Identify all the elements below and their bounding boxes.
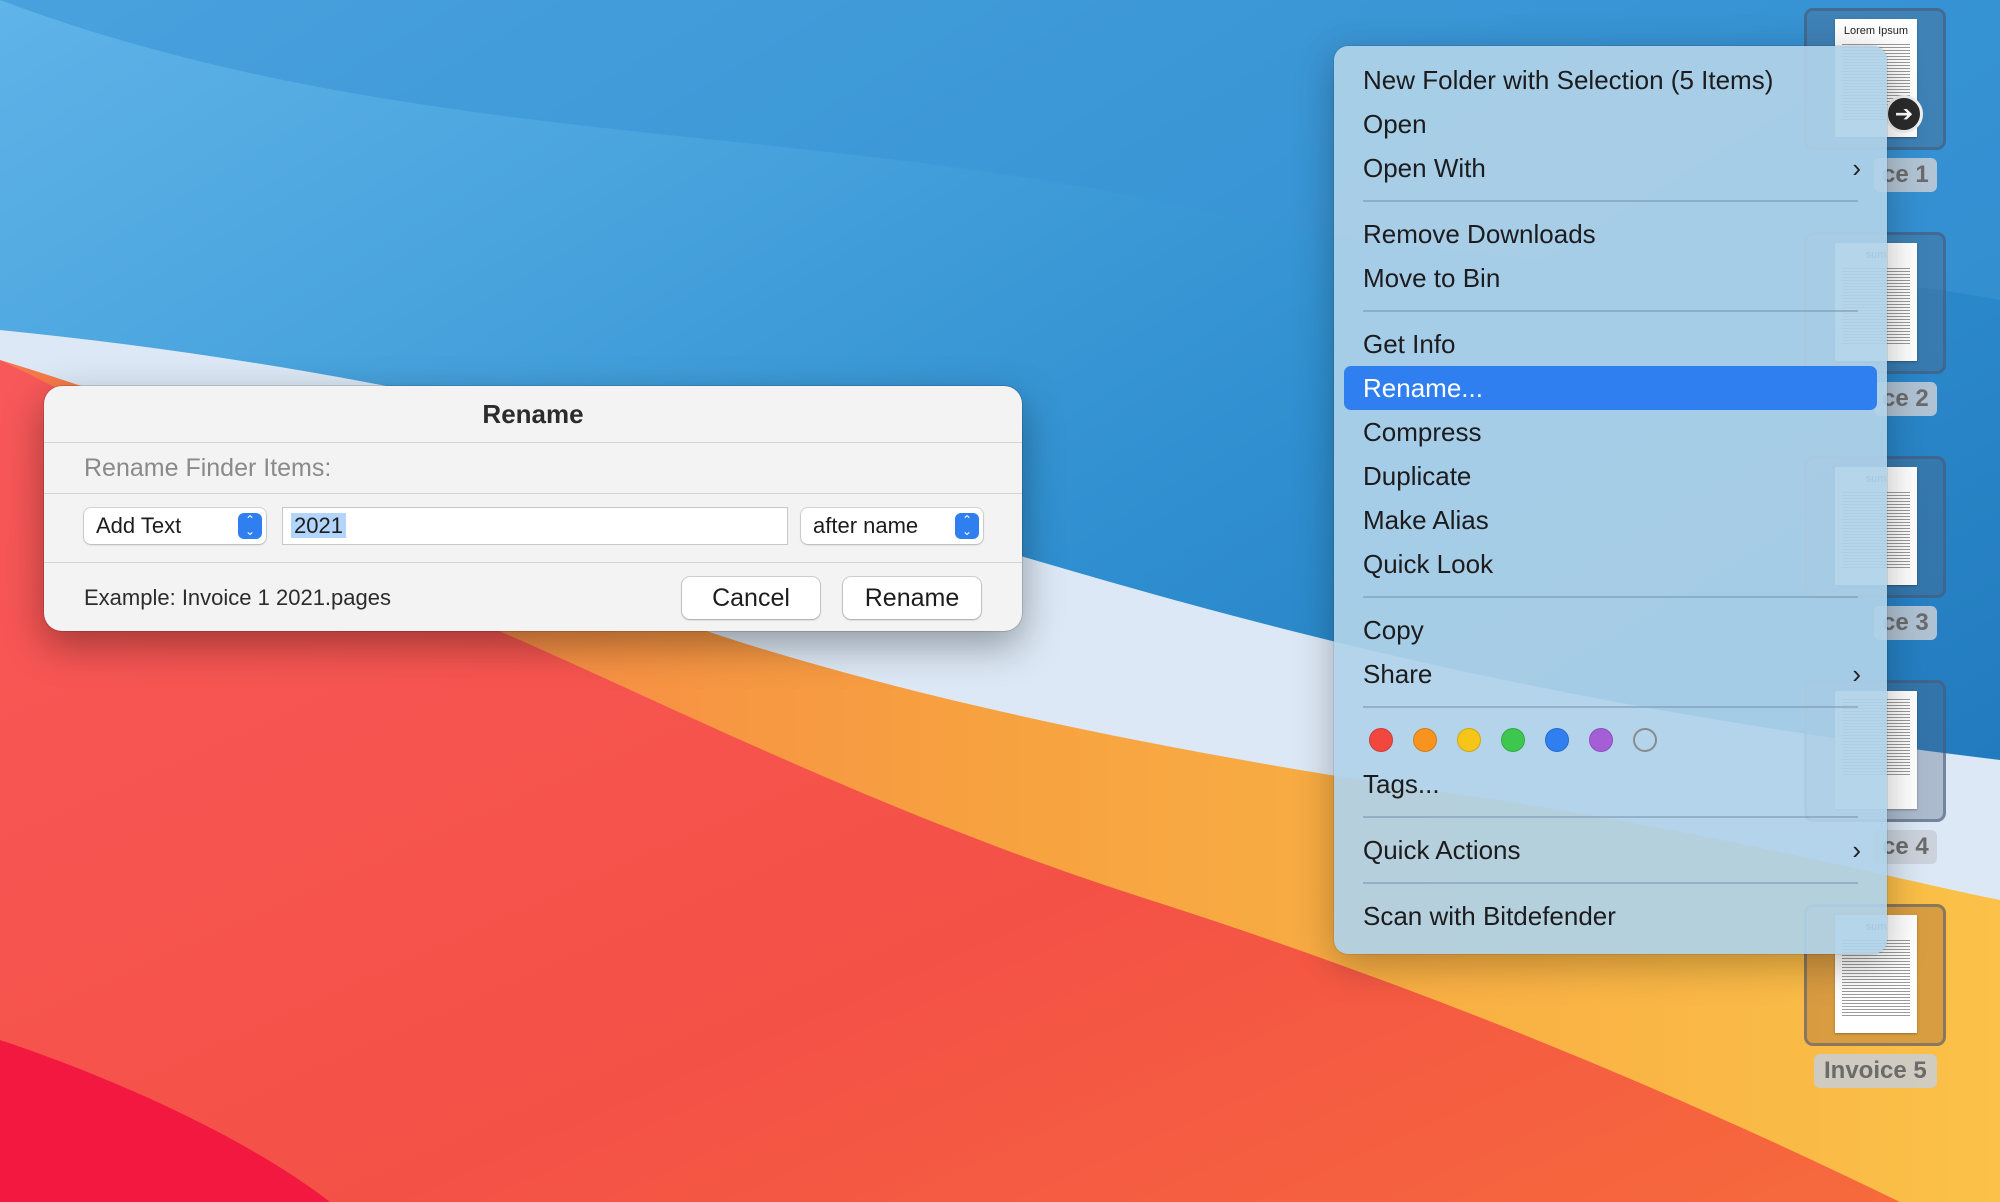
position-value: after name	[813, 513, 919, 538]
menu-item-copy[interactable]: Copy	[1344, 608, 1877, 652]
alias-arrow-icon: ➔	[1885, 95, 1923, 133]
menu-item-compress[interactable]: Compress	[1344, 410, 1877, 454]
chevron-right-icon: ›	[1852, 153, 1861, 183]
context-menu: New Folder with Selection (5 Items) Open…	[1334, 46, 1887, 954]
menu-item-move-to-bin[interactable]: Move to Bin	[1344, 256, 1877, 300]
menu-item-duplicate[interactable]: Duplicate	[1344, 454, 1877, 498]
menu-item-open[interactable]: Open	[1344, 102, 1877, 146]
tag-gray-dot[interactable]	[1633, 728, 1657, 752]
menu-item-get-info[interactable]: Get Info	[1344, 322, 1877, 366]
menu-item-new-folder-with-selection[interactable]: New Folder with Selection (5 Items)	[1344, 58, 1877, 102]
rename-dialog: Rename Rename Finder Items: Add Text ⌃ ⌄ …	[44, 386, 1022, 631]
up-down-chevron-icon: ⌃ ⌄	[955, 513, 979, 539]
menu-item-open-with[interactable]: Open With ›	[1344, 146, 1877, 190]
menu-separator	[1363, 882, 1858, 884]
rename-text-value: 2021	[291, 513, 346, 538]
example-filename: Example: Invoice 1 2021.pages	[84, 585, 391, 610]
rename-controls: Add Text ⌃ ⌄ 2021 after name ⌃ ⌄	[44, 494, 1022, 562]
menu-item-quick-actions[interactable]: Quick Actions ›	[1344, 828, 1877, 872]
dialog-title: Rename	[482, 399, 584, 429]
menu-separator	[1363, 200, 1858, 202]
rename-text-input[interactable]: 2021	[283, 508, 787, 544]
cancel-button[interactable]: Cancel	[682, 577, 820, 619]
menu-item-remove-downloads[interactable]: Remove Downloads	[1344, 212, 1877, 256]
menu-item-share[interactable]: Share ›	[1344, 652, 1877, 696]
menu-item-quick-look[interactable]: Quick Look	[1344, 542, 1877, 586]
page-title-text: Lorem Ipsum	[1843, 25, 1909, 37]
rename-mode-value: Add Text	[96, 513, 182, 538]
menu-item-rename[interactable]: Rename...	[1344, 366, 1877, 410]
menu-item-make-alias[interactable]: Make Alias	[1344, 498, 1877, 542]
menu-separator	[1363, 706, 1858, 708]
menu-separator	[1363, 816, 1858, 818]
up-down-chevron-icon: ⌃ ⌄	[238, 513, 262, 539]
tag-purple-dot[interactable]	[1589, 728, 1613, 752]
rename-button[interactable]: Rename	[843, 577, 981, 619]
dialog-subtitle: Rename Finder Items:	[84, 454, 332, 482]
menu-item-tags[interactable]: Tags...	[1344, 762, 1877, 806]
tag-orange-dot[interactable]	[1413, 728, 1437, 752]
chevron-right-icon: ›	[1852, 835, 1861, 865]
menu-separator	[1363, 310, 1858, 312]
tag-blue-dot[interactable]	[1545, 728, 1569, 752]
tag-red-dot[interactable]	[1369, 728, 1393, 752]
tag-color-row	[1334, 718, 1887, 762]
position-select[interactable]: after name ⌃ ⌄	[801, 508, 983, 544]
menu-item-scan-with-bitdefender[interactable]: Scan with Bitdefender	[1344, 894, 1877, 938]
rename-mode-select[interactable]: Add Text ⌃ ⌄	[84, 508, 266, 544]
dialog-footer: Example: Invoice 1 2021.pages Cancel Ren…	[44, 563, 1022, 631]
tag-green-dot[interactable]	[1501, 728, 1525, 752]
file-label: Invoice 5	[1814, 1054, 1937, 1088]
chevron-right-icon: ›	[1852, 659, 1861, 689]
tag-yellow-dot[interactable]	[1457, 728, 1481, 752]
menu-separator	[1363, 596, 1858, 598]
